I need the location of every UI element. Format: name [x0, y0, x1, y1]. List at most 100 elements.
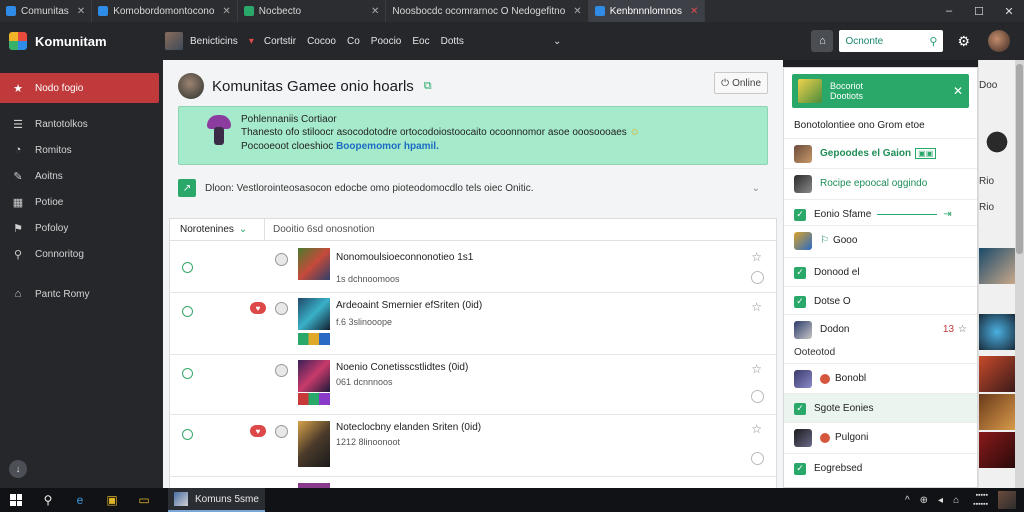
strip-thumb[interactable] [979, 432, 1015, 468]
column-filter[interactable]: Norotenines ⌄ [170, 218, 265, 241]
sidebar-item[interactable]: ◔ Romitos [0, 137, 163, 163]
panel-item[interactable]: ✓ Donood el [784, 257, 977, 287]
select-radio[interactable] [182, 306, 193, 317]
maximize-button[interactable]: ☐ [964, 0, 994, 22]
sidebar-item[interactable]: ⚲ Connoritog [0, 241, 163, 267]
sidebar-item[interactable]: ⌂ Pantc Romy [0, 281, 163, 307]
sidebar-item[interactable]: ☰ Rantotolkos [0, 111, 163, 137]
nav-link[interactable]: Dotts [441, 36, 464, 47]
minimize-button[interactable]: – [934, 0, 964, 22]
strip-thumb[interactable] [979, 248, 1015, 284]
nav-link[interactable]: Co [347, 36, 360, 47]
tray-avatar[interactable] [998, 491, 1016, 509]
select-radio[interactable] [182, 368, 193, 379]
close-icon[interactable]: ✕ [690, 6, 698, 17]
windows-start-button[interactable] [0, 488, 32, 512]
sidebar-item[interactable]: ✎ Aoitns [0, 163, 163, 189]
star-icon[interactable]: ☆ [751, 422, 762, 436]
folder-icon[interactable]: ▭ [128, 488, 160, 512]
table-row[interactable]: Noenio Conetisscstlidtes (0id) 061 dcnnn… [170, 355, 776, 415]
browser-tab[interactable]: Comunitas ✕ [0, 0, 93, 22]
grid-icon: ▦ [12, 196, 24, 209]
panel-item[interactable]: Bonobl [784, 363, 977, 393]
close-icon[interactable]: ✕ [573, 6, 581, 17]
close-icon[interactable]: ✕ [371, 6, 379, 17]
search-box[interactable]: ⚲ [839, 30, 944, 52]
table-row[interactable]: ♥ Ardeoaint Smernier efSriten (0id) f.6 … [170, 293, 776, 355]
browser-tab[interactable]: Nocbecto ✕ [238, 0, 387, 22]
panel-item[interactable]: ⚐ Gooo [784, 225, 977, 255]
panel-item[interactable]: Pulgoni [784, 422, 977, 452]
search-input[interactable] [845, 35, 922, 47]
scrollbar[interactable] [1015, 60, 1024, 488]
sidebar-item-home[interactable]: ★ Nodo fogio [0, 73, 159, 103]
close-window-button[interactable]: ✕ [994, 0, 1024, 22]
chevron-down-icon[interactable]: ⌄ [752, 183, 760, 194]
heart-icon[interactable]: ♥ [250, 425, 266, 437]
scrollbar-thumb[interactable] [1016, 64, 1023, 254]
star-icon[interactable]: ☆ [751, 250, 762, 264]
panel-item[interactable]: ✓ Sgote Eonies [784, 393, 977, 423]
online-button[interactable]: ⏻ Online [714, 72, 768, 94]
tray-chevron-icon[interactable]: ^ [905, 495, 910, 506]
nav-link[interactable]: Cortstir [264, 36, 296, 47]
banner-link[interactable]: Boopemomor hpamil. [336, 141, 439, 152]
taskbar-app[interactable]: Komuns 5sme [168, 488, 265, 512]
strip-thumb[interactable] [979, 394, 1015, 430]
browser-tab[interactable]: Noosbocdc ocomrarnoc O Nedogefitno ✕ [386, 0, 589, 22]
panel-item[interactable]: Dodon 13 ☆ [784, 314, 977, 344]
store-icon[interactable]: ▣ [96, 488, 128, 512]
sidebar-item[interactable]: ▦ Potioe [0, 189, 163, 215]
external-link-icon[interactable]: ⧉ [424, 80, 432, 93]
close-icon[interactable]: ✕ [222, 6, 230, 17]
game-name[interactable]: Noenio Conetisscstlidtes (0id) [336, 362, 468, 373]
strip-label: Rio [979, 176, 995, 187]
nav-avatar[interactable] [165, 32, 183, 50]
close-icon[interactable]: ✕ [953, 84, 963, 98]
game-name[interactable]: Noteclocbny elanden Sriten (0id) [336, 422, 481, 433]
browser-tab[interactable]: Komobordomontocono ✕ [92, 0, 238, 22]
game-name[interactable]: Ardeoaint Smernier efSriten (0id) [336, 300, 482, 311]
user-avatar[interactable] [988, 30, 1010, 52]
circle-icon[interactable] [751, 390, 764, 403]
panel-item[interactable]: Gepoodes el Gaion ▣▣ [784, 138, 977, 168]
battery-icon[interactable]: ⌂ [953, 495, 959, 506]
panel-item[interactable]: ✓ Dotse O [784, 286, 977, 316]
star-icon[interactable]: ☆ [958, 324, 967, 335]
star-icon[interactable]: ☆ [751, 362, 762, 376]
home-icon[interactable]: ⌂ [811, 30, 834, 52]
strip-thumb[interactable] [979, 356, 1015, 392]
sidebar-item[interactable]: ⚑ Pofoloy [0, 215, 163, 241]
chevron-down-icon[interactable]: ⌄ [553, 36, 561, 47]
select-radio[interactable] [182, 429, 193, 440]
network-icon[interactable]: ⊕ [920, 495, 928, 506]
gear-icon[interactable]: ⚙ [957, 33, 970, 50]
panel-item[interactable]: Rocipe epoocal oggindo [784, 168, 977, 198]
search-icon[interactable]: ⚲ [32, 488, 64, 512]
select-radio[interactable] [182, 262, 193, 273]
table-row[interactable]: Nonomoulsioeconnonotieo 1s1 1s dchnoomoo… [170, 242, 776, 293]
panel-item[interactable]: ✓ Eogrebsed [784, 453, 977, 483]
table-row[interactable]: ♥ Noteclocbny elanden Sriten (0id) 1212 … [170, 415, 776, 477]
circle-icon[interactable] [751, 452, 764, 465]
nav-link[interactable]: Cocoo [307, 36, 336, 47]
nav-link[interactable]: Eoc [412, 36, 429, 47]
star-icon[interactable]: ☆ [751, 300, 762, 314]
download-icon[interactable]: ↓ [9, 460, 27, 478]
edge-icon[interactable]: e [64, 488, 96, 512]
app-logo[interactable]: Komunitam [0, 32, 165, 50]
table-row[interactable] [170, 477, 776, 488]
game-name[interactable]: Nonomoulsioeconnonotieo 1s1 [336, 252, 473, 263]
clock[interactable]: ▪▪▪▪▪ ▪▪▪▪▪▪ [973, 491, 988, 509]
nav-dropdown-icon[interactable]: ▾ [249, 36, 254, 47]
search-icon[interactable]: ⚲ [929, 35, 937, 48]
strip-avatar[interactable] [979, 124, 1015, 160]
nav-link[interactable]: Benicticins [190, 36, 238, 47]
close-icon[interactable]: ✕ [77, 6, 85, 17]
heart-icon[interactable]: ♥ [250, 302, 266, 314]
browser-tab-active[interactable]: Kenbnnnlomnos ✕ [588, 0, 706, 22]
circle-icon[interactable] [751, 271, 764, 284]
strip-thumb[interactable] [979, 314, 1015, 350]
volume-icon[interactable]: ◂ [938, 495, 943, 506]
nav-link[interactable]: Poocio [371, 36, 402, 47]
